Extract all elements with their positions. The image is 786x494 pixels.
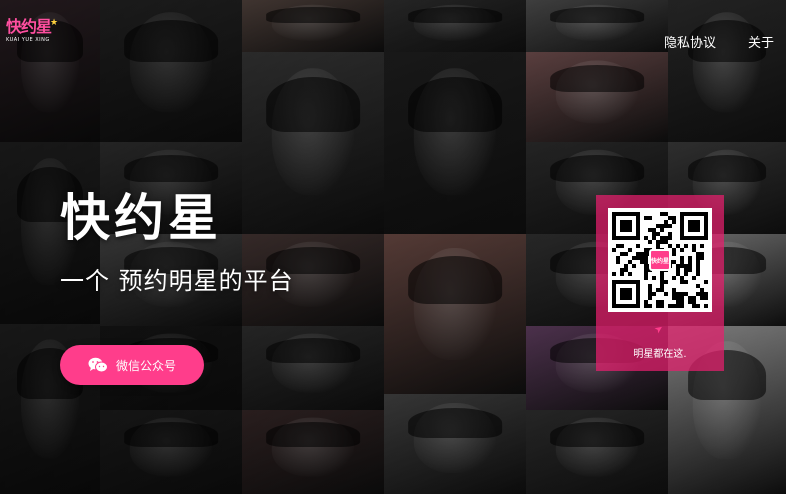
hero-subtitle: 一个 预约明星的平台 [60, 267, 294, 295]
qr-caption: 明星都在这. [633, 349, 687, 360]
qr-center-logo: 快约星 [649, 249, 671, 271]
nav-about-link[interactable]: 关于 [748, 32, 774, 51]
qr-code-panel: 快约星 ➤ 明星都在这. [596, 195, 724, 371]
hero-title: 快约星 [60, 189, 222, 247]
nav-privacy-link[interactable]: 隐私协议 [664, 32, 716, 51]
qr-code: 快约星 [608, 208, 712, 312]
site-logo[interactable]: 快约星 KUAI YUE XING ★ [6, 18, 58, 54]
star-icon: ★ [50, 18, 59, 28]
pointer-arrow-icon: ➤ [652, 322, 666, 337]
logo-subtitle: KUAI YUE XING [6, 37, 50, 43]
top-nav: 隐私协议 关于 [664, 32, 774, 51]
wechat-icon [88, 357, 108, 373]
wechat-official-account-button[interactable]: 微信公众号 [60, 345, 204, 385]
wechat-button-label: 微信公众号 [115, 358, 176, 373]
